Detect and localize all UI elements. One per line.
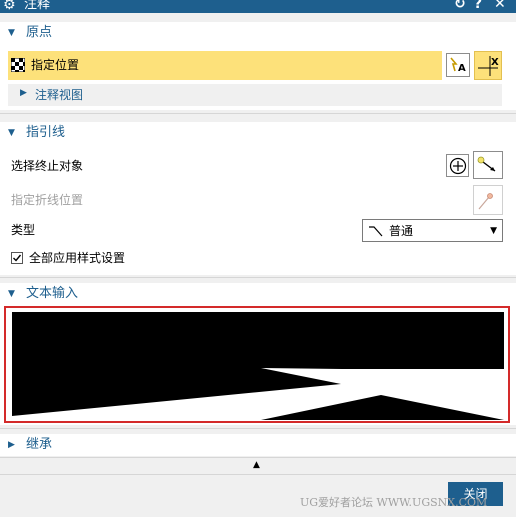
text-input-content: [6, 308, 508, 421]
circle-plus-icon: [449, 157, 466, 174]
help-icon[interactable]: ?: [474, 0, 482, 12]
expand-arrow-icon: ▶: [20, 88, 27, 98]
leader-type-icon: [369, 226, 383, 237]
checkmark-icon: [13, 254, 22, 262]
point-crosshair-icon: X: [478, 55, 499, 76]
section-header-leader[interactable]: ▼ 指引线: [0, 122, 516, 144]
gear-icon[interactable]: ⚙: [3, 0, 16, 13]
section-header-inherit[interactable]: ▶ 继承: [0, 434, 516, 456]
forum-watermark: UG爱好者论坛 WWW.UGSNX.COM: [300, 496, 488, 509]
section-header-text-input[interactable]: ▼ 文本输入: [0, 283, 516, 305]
title-bar: ⚙ 注释 ↻ ? ✕: [0, 0, 516, 13]
point-constructor-button[interactable]: [446, 154, 469, 177]
annotation-origin-icon: A: [450, 57, 466, 74]
chevron-down-icon: ▼: [490, 226, 497, 236]
collapse-arrow-icon: ▼: [8, 289, 15, 299]
annotation-view-row[interactable]: ▶ 注释视图: [8, 84, 502, 106]
origin-tool-button[interactable]: A: [446, 53, 470, 77]
window-title: 注释: [24, 0, 51, 12]
apply-all-style-label: 全部应用样式设置: [29, 251, 126, 265]
divider: [0, 277, 516, 278]
type-label: 类型: [11, 223, 36, 237]
section-label-inherit: 继承: [26, 437, 53, 452]
apply-all-style-checkbox[interactable]: [11, 252, 23, 264]
leader-type-select[interactable]: 普通 ▼: [362, 219, 503, 242]
collapse-arrow-icon: ▼: [8, 28, 15, 38]
specify-jog-location-label: 指定折线位置: [11, 193, 84, 207]
select-terminating-object-label: 选择终止对象: [11, 159, 84, 173]
divider: [0, 428, 516, 429]
jog-location-button[interactable]: [473, 185, 503, 215]
specify-location-label: 指定位置: [31, 58, 80, 72]
checkered-flag-icon: [11, 58, 25, 72]
section-label-origin: 原点: [26, 25, 53, 40]
svg-text:X: X: [491, 57, 499, 68]
divider: [0, 474, 516, 475]
section-label-leader: 指引线: [26, 125, 66, 140]
annotation-view-label: 注释视图: [35, 88, 84, 102]
jog-point-icon: [478, 193, 493, 210]
text-input-area[interactable]: [4, 306, 510, 423]
leader-arrow-select-icon: [477, 156, 496, 172]
section-header-origin[interactable]: ▼ 原点: [0, 22, 516, 44]
select-object-button[interactable]: [473, 151, 503, 179]
close-icon[interactable]: ✕: [494, 0, 506, 12]
chevron-up-icon: ▲: [253, 460, 260, 470]
leader-type-value: 普通: [389, 224, 414, 238]
svg-text:A: A: [458, 63, 466, 74]
point-dialog-button[interactable]: X: [474, 51, 502, 80]
specify-location-row[interactable]: 指定位置: [8, 51, 442, 80]
divider: [0, 113, 516, 114]
collapse-arrow-icon: ▼: [8, 128, 15, 138]
more-options-bar[interactable]: ▲: [0, 458, 516, 474]
reset-icon[interactable]: ↻: [454, 0, 466, 12]
expand-arrow-icon: ▶: [8, 440, 15, 450]
section-label-text-input: 文本输入: [26, 286, 79, 301]
